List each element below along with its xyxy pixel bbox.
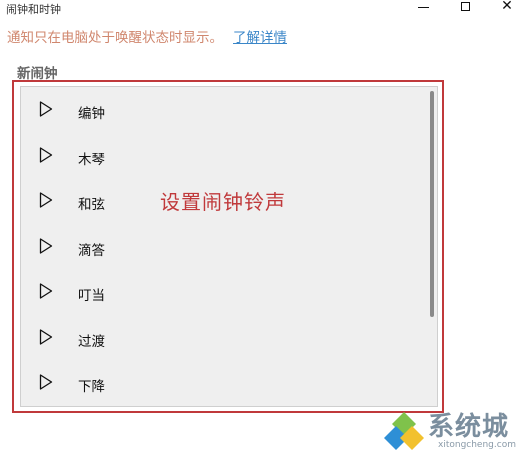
section-label-new-alarm: 新闹钟 [17,66,58,82]
sound-name: 和弦 [78,197,105,213]
window-title: 闹钟和时钟 [6,3,61,16]
sound-item[interactable]: 编钟 [21,91,435,131]
play-icon[interactable] [39,374,53,390]
notice-text: 通知只在电脑处于唤醒状态时显示。 [7,30,223,46]
maximize-button[interactable] [448,0,482,16]
sound-name: 过渡 [78,333,105,350]
watermark-logo-icon [384,412,424,450]
sound-item[interactable]: 叮当 [21,273,435,313]
watermark-name: 系统城 [428,412,510,442]
alarm-sound-list-highlight: 编钟木琴和弦滴答叮当过渡下降 [12,80,444,413]
alarm-sound-list[interactable]: 编钟木琴和弦滴答叮当过渡下降 [20,86,438,407]
learn-more-link[interactable]: 了解详情 [233,30,287,46]
minimize-button[interactable] [406,0,440,16]
watermark: 系统城 xitongcheng.com [380,404,525,459]
watermark-url: xitongcheng.com [438,440,516,450]
close-icon: ✕ [501,0,513,14]
play-icon[interactable] [39,101,53,117]
play-icon[interactable] [39,283,53,299]
annotation-set-alarm-sound: 设置闹钟铃声 [160,190,286,214]
play-icon[interactable] [39,328,53,345]
sound-item[interactable]: 过渡 [21,319,435,359]
sound-item[interactable]: 下降 [21,364,435,404]
play-icon[interactable] [39,237,53,254]
sound-item[interactable]: 木琴 [21,137,435,177]
sound-name: 下降 [78,379,105,395]
title-bar: 闹钟和时钟 ✕ [0,0,525,26]
sound-name: 滴答 [78,242,105,259]
maximize-icon [460,1,470,11]
scrollbar[interactable] [430,91,434,317]
sound-item[interactable]: 滴答 [21,228,435,268]
sound-name: 叮当 [78,288,105,304]
notification-notice: 通知只在电脑处于唤醒状态时显示。 了解详情 [7,26,287,46]
sound-name: 木琴 [78,151,105,168]
minimize-icon [417,6,429,8]
sound-name: 编钟 [78,106,105,122]
close-button[interactable]: ✕ [490,0,524,16]
play-icon[interactable] [39,146,53,163]
play-icon[interactable] [39,192,53,208]
